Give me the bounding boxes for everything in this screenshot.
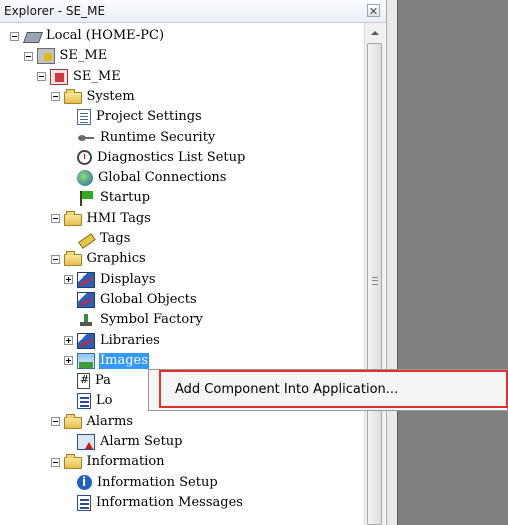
tree-item-label: Global Connections [98,170,227,186]
folder-icon [63,210,82,226]
tree-item-label: Symbol Factory [100,312,203,328]
collapse-minus-icon[interactable] [37,72,46,82]
window-title: Explorer - SE_ME [4,4,106,18]
pane-splitter[interactable] [387,0,397,525]
tree-item-system[interactable]: System [50,87,136,107]
parameter-icon [77,373,90,390]
collapse-minus-icon[interactable] [10,31,19,41]
collapse-minus-icon[interactable] [50,417,60,427]
document-icon [77,109,91,126]
tree-item-information[interactable]: Information [50,452,166,472]
expand-plus-icon[interactable] [64,356,73,366]
tree-item-label: Alarms [86,413,134,429]
tree-item-tags[interactable]: Tags [64,229,131,249]
tree-item-label: HMI Tags [86,210,151,226]
tree-item-label: Libraries [100,332,160,348]
tree-item-lo[interactable]: Lo [64,391,113,411]
tree-item-project-settings[interactable]: Project Settings [64,107,203,127]
explorer-tree: Local (HOME-PC) SE_ME SE_ME System Project S… [0,23,364,525]
tree-item-label: Information Setup [97,474,218,490]
messages-icon [77,393,91,410]
tree-item-label: Diagnostics List Setup [97,149,246,165]
folder-icon [63,88,82,104]
display-icon [77,291,95,308]
folder-icon [63,413,82,429]
globe-icon [77,170,93,187]
tree-item-startup[interactable]: Startup [64,188,151,208]
explorer-panel: Explorer - SE_ME Local (HOME-PC) SE_ME SE_… [0,0,387,525]
flag-icon [77,190,95,207]
tree-item-label: Images [99,352,149,369]
collapse-minus-icon[interactable] [23,51,33,61]
tree-item-label: Project Settings [96,109,202,125]
collapse-minus-icon[interactable] [50,254,60,264]
collapse-minus-icon[interactable] [50,457,60,467]
key-icon [77,130,95,146]
display-icon [77,271,95,288]
scrollbar-grip-icon [372,277,378,285]
tree-item-alarms[interactable]: Alarms [50,412,135,432]
tree-item-label: Pa [95,373,111,389]
tree-item-label: Graphics [86,251,146,267]
folder-icon [63,454,82,470]
tree-item-information-messages[interactable]: Information Messages [64,493,244,513]
tree-item-libraries[interactable]: Libraries [64,331,161,351]
scrollbar-thumb[interactable] [367,43,382,525]
tree-item-label: Startup [100,190,151,206]
tree-item-label: Information [86,454,165,470]
explorer-titlebar: Explorer - SE_ME [0,0,386,23]
tree-item-se-me[interactable]: SE_ME [37,67,122,87]
clock-icon [77,150,92,166]
tree-item-label: Alarm Setup [100,434,183,449]
tree-item-runtime-security[interactable]: Runtime Security [64,128,216,148]
messages-icon [77,494,91,511]
tree-item-hmi-tags[interactable]: HMI Tags [50,209,152,229]
menu-item-add-component-into-application[interactable]: Add Component Into Application... [175,382,398,397]
folder-icon [63,251,82,267]
tree-item-label: Runtime Security [100,129,216,145]
tree-item-label: Global Objects [100,291,197,307]
collapse-minus-icon[interactable] [50,92,60,102]
tree-item-se-me[interactable]: SE_ME [23,46,109,66]
symbol-icon [77,312,95,328]
tree-item-information-setup[interactable]: Information Setup [64,473,219,493]
close-icon[interactable] [367,4,380,17]
tree-item-label: SE_ME [73,68,121,84]
tree-item-graphics[interactable]: Graphics [50,249,147,269]
collapse-minus-icon[interactable] [50,214,60,224]
tree-item-label: Local (HOME-PC) [46,28,165,43]
tree-item-alarm-setup[interactable]: Alarm Setup [64,432,184,452]
computer-icon [23,28,41,44]
tree-item-symbol-factory[interactable]: Symbol Factory [64,310,204,330]
info-icon [77,475,92,491]
vertical-scrollbar[interactable] [364,23,385,525]
tree-item-label: SE_ME [59,48,108,64]
tree-item-label: Information Messages [96,494,243,510]
tree-item-label: System [86,88,135,104]
tree-item-displays[interactable]: Displays [64,270,157,290]
tree-item-global-objects[interactable]: Global Objects [64,290,198,310]
display-icon [77,332,95,349]
workspace-area [397,0,508,525]
tag-icon [77,231,95,247]
tree-item-label: Displays [100,271,156,287]
scroll-up-arrow-icon[interactable] [365,23,385,43]
tree-item-global-connections[interactable]: Global Connections [64,168,227,188]
alarm-icon [77,434,95,450]
hmi-server-icon [50,68,68,85]
expand-plus-icon[interactable] [64,336,73,345]
image-icon [77,352,95,369]
expand-plus-icon[interactable] [64,275,73,285]
tree-item-label: Lo [96,393,113,409]
tree-item-diagnostics-list-setup[interactable]: Diagnostics List Setup [64,148,246,168]
tree-item-label: Tags [100,231,131,246]
tree-item-pa[interactable]: Pa [64,371,112,391]
tree-item-images[interactable]: Images [64,351,149,371]
tree-item-local-home-pc-[interactable]: Local (HOME-PC) [10,26,165,46]
application-icon [36,48,55,65]
